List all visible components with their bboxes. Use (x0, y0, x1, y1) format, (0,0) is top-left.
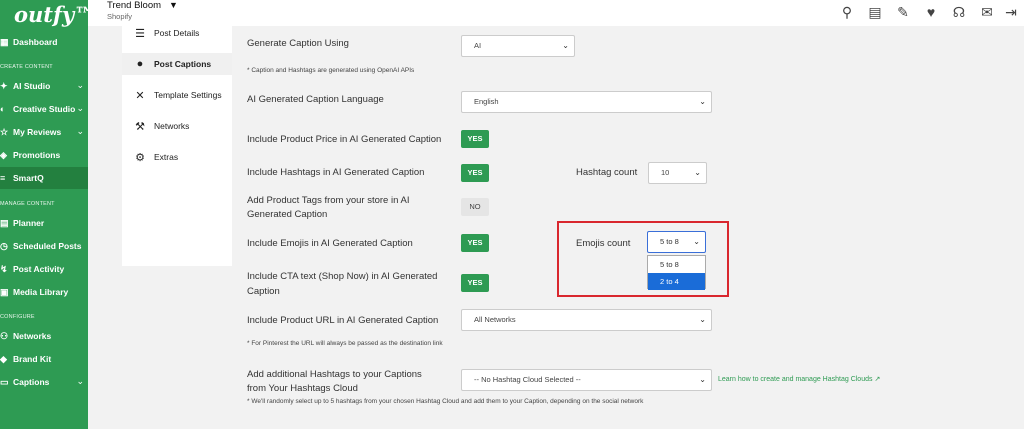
megaphone-icon: ◈ (0, 150, 7, 160)
product-tags-label-line2: Generated Caption (247, 209, 328, 220)
chevron-down-icon: ⌄ (562, 41, 569, 50)
emojis-count-select[interactable]: 5 to 8 ⌄ (647, 231, 706, 253)
palette-icon: ◐ (0, 104, 6, 114)
billing-icon[interactable]: ▤ (866, 3, 884, 21)
include-price-label: Include Product Price in AI Generated Ca… (247, 134, 442, 145)
store-platform: Shopify (107, 12, 133, 21)
chevron-down-icon: ⌄ (693, 237, 700, 246)
sidebar-item-post-activity[interactable]: ↯ Post Activity (0, 258, 88, 280)
ai-head-icon: ● (136, 58, 144, 70)
chevron-down-icon: ⌄ (76, 80, 84, 90)
product-tags-toggle[interactable]: NO (461, 198, 489, 216)
external-link-icon: ↗ (874, 376, 881, 383)
support-icon[interactable]: ☊ (950, 3, 968, 21)
subnav-extras[interactable]: ⚙ Extras (122, 146, 232, 168)
sidebar-item-media-library[interactable]: ▣ Media Library (0, 281, 88, 303)
include-emojis-toggle[interactable]: YES (461, 234, 489, 252)
tools-icon: ✕ (135, 89, 145, 102)
include-emojis-label: Include Emojis in AI Generated Caption (247, 238, 413, 249)
network-icon: ⚇ (0, 331, 9, 341)
include-cta-toggle[interactable]: YES (461, 274, 489, 292)
include-price-toggle[interactable]: YES (461, 130, 489, 148)
sidebar-item-planner[interactable]: ▤ Planner (0, 212, 88, 234)
hashtag-count-select[interactable]: 10 ⌄ (648, 162, 707, 184)
subnav-networks[interactable]: ⚒ Networks (122, 115, 232, 137)
image-icon: ▣ (0, 287, 9, 297)
chevron-down-icon: ⌄ (694, 168, 701, 177)
chevron-down-icon: ⌄ (699, 375, 706, 384)
sidebar-item-scheduled-posts[interactable]: ◷ Scheduled Posts (0, 235, 88, 257)
chevron-down-icon: ⌄ (76, 103, 84, 113)
settings-subnav: ☰ Post Details ● Post Captions ✕ Template S… (122, 26, 232, 266)
activity-icon: ↯ (0, 264, 8, 274)
chevron-down-icon: ⌄ (76, 376, 84, 386)
sidebar-item-smartq[interactable]: ≡ SmartQ (0, 167, 88, 189)
sidebar-item-brand-kit[interactable]: ◆ Brand Kit (0, 348, 88, 370)
sidebar-item-promotions[interactable]: ◈ Promotions (0, 144, 88, 166)
generate-using-select[interactable]: AI ⌄ (461, 35, 575, 57)
include-url-select[interactable]: All Networks ⌄ (461, 309, 712, 331)
sparkle-icon: ✦ (0, 81, 8, 91)
sidebar-item-my-reviews[interactable]: ☆ My Reviews ⌄ (0, 121, 88, 143)
store-name[interactable]: Trend Bloom (107, 0, 161, 11)
hashtag-cloud-note: * We'll randomly select up to 5 hashtags… (247, 398, 644, 405)
sidebar-section-create: CREATE CONTENT (0, 64, 53, 70)
queue-icon: ≡ (0, 173, 6, 183)
star-icon: ☆ (0, 127, 9, 137)
chevron-down-icon: ⌄ (699, 315, 706, 324)
include-hashtags-toggle[interactable]: YES (461, 164, 489, 182)
sidebar-section-manage: MANAGE CONTENT (0, 201, 55, 207)
grid-icon: ▦ (0, 37, 9, 47)
sidebar-item-creative-studio[interactable]: ◐ Creative Studio ⌄ (0, 98, 88, 120)
sidebar-section-configure: CONFIGURE (0, 314, 35, 320)
sidebar-item-networks[interactable]: ⚇ Networks (0, 325, 88, 347)
emojis-count-label: Emojis count (576, 238, 631, 249)
magic-wand-icon[interactable]: ✎ (894, 3, 912, 21)
handshake-icon[interactable]: ♥ (922, 3, 940, 21)
pinterest-note: * For Pinterest the URL will always be p… (247, 340, 443, 347)
language-label: AI Generated Caption Language (247, 94, 384, 105)
gear-icon: ⚙ (135, 151, 145, 164)
wrench-icon: ⚒ (135, 120, 145, 133)
subnav-post-details[interactable]: ☰ Post Details (122, 22, 232, 44)
sidebar-item-captions[interactable]: ▭ Captions ⌄ (0, 371, 88, 393)
include-hashtags-label: Include Hashtags in AI Generated Caption (247, 167, 425, 178)
subnav-post-captions[interactable]: ● Post Captions (122, 53, 232, 75)
include-cta-label-line2: Caption (247, 286, 280, 297)
hashtag-cloud-label-line1: Add additional Hashtags to your Captions (247, 369, 422, 380)
logout-icon[interactable]: ⇥ (1002, 3, 1020, 21)
openai-note: * Caption and Hashtags are generated usi… (247, 67, 415, 74)
subnav-template-settings[interactable]: ✕ Template Settings (122, 84, 232, 106)
sidebar: outfy™ ▦ Dashboard CREATE CONTENT ✦ AI Stu… (0, 0, 95, 429)
hashtag-cloud-select[interactable]: -- No Hashtag Cloud Selected -- ⌄ (461, 369, 712, 391)
product-tags-label-line1: Add Product Tags from your store in AI (247, 195, 410, 206)
emojis-option-5-to-8[interactable]: 5 to 8 (648, 256, 705, 273)
include-url-label: Include Product URL in AI Generated Capt… (247, 315, 439, 326)
emojis-count-options: 5 to 8 2 to 4 (647, 255, 706, 290)
emojis-option-2-to-4[interactable]: 2 to 4 (648, 273, 705, 290)
chevron-down-icon: ⌄ (699, 97, 706, 106)
generate-using-label: Generate Caption Using (247, 38, 349, 49)
language-select[interactable]: English ⌄ (461, 91, 712, 113)
sidebar-item-dashboard[interactable]: ▦ Dashboard (0, 31, 88, 53)
hashtag-count-label: Hashtag count (576, 167, 638, 178)
user-icon[interactable]: ⚲ (838, 3, 856, 21)
outfy-logo[interactable]: outfy™ (14, 2, 95, 27)
sliders-icon: ☰ (135, 27, 145, 40)
chevron-down-icon: ⌄ (76, 126, 84, 136)
caption-icon: ▭ (0, 377, 9, 387)
calendar-icon: ▤ (0, 218, 9, 228)
mail-icon[interactable]: ✉ (978, 3, 996, 21)
hashtag-cloud-label-line2: from Your Hashtags Cloud (247, 383, 358, 394)
sidebar-item-ai-studio[interactable]: ✦ AI Studio ⌄ (0, 75, 88, 97)
brand-icon: ◆ (0, 354, 7, 364)
hashtag-cloud-learn-link[interactable]: Learn how to create and manage Hashtag C… (718, 375, 880, 383)
include-cta-label-line1: Include CTA text (Shop Now) in AI Genera… (247, 271, 438, 282)
store-dropdown-caret-icon[interactable]: ▼ (169, 0, 178, 10)
clock-icon: ◷ (0, 241, 8, 251)
